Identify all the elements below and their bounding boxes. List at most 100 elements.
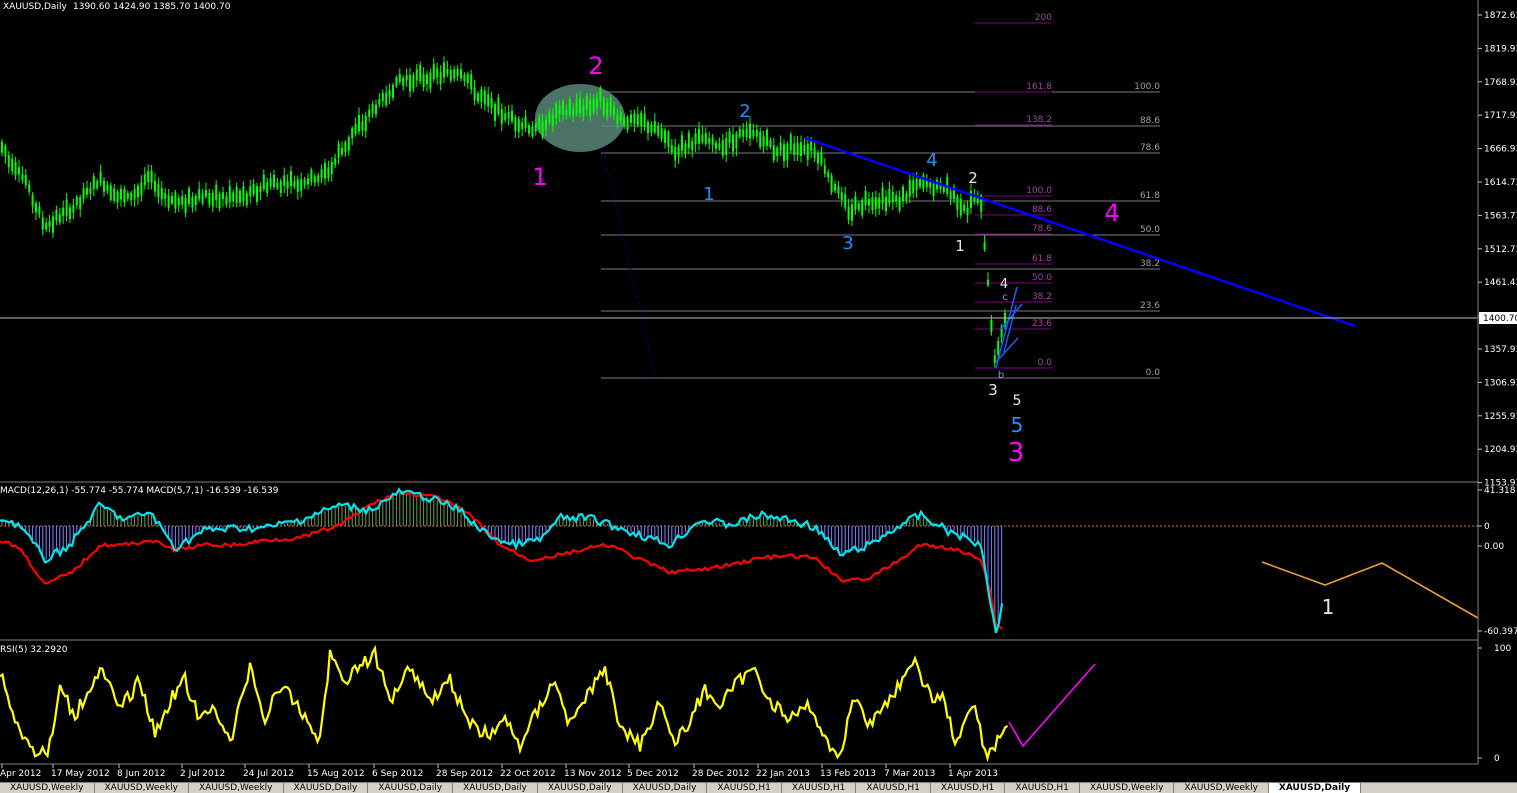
candle-body: [89, 188, 92, 194]
candle-body: [762, 136, 765, 147]
candle-body: [198, 188, 201, 200]
date-axis-label: 13 Feb 2013: [820, 769, 876, 779]
wave-cyan-3: 3: [842, 233, 853, 254]
candle-body: [52, 216, 54, 233]
candle-body: [358, 115, 360, 132]
candle-body: [58, 214, 61, 223]
candle-body: [28, 184, 31, 192]
candle-body: [256, 186, 258, 202]
candle-body: [735, 133, 738, 149]
candle-body: [776, 147, 779, 157]
candle-body: [609, 97, 612, 114]
candle-body: [834, 184, 836, 191]
candle-body: [579, 98, 581, 114]
candle-body: [898, 196, 901, 211]
candle-body: [45, 222, 48, 230]
candle-body: [932, 183, 935, 196]
candle-body: [174, 192, 177, 209]
fib-outer-level-label: 88.6: [1140, 116, 1160, 126]
candle-body: [388, 90, 391, 97]
candle-body: [742, 129, 745, 137]
candle-body: [929, 182, 932, 188]
candle-body: [854, 196, 857, 210]
price-axis-label: 1563.73: [1484, 211, 1517, 221]
candle-body: [371, 103, 374, 114]
candle-body: [113, 188, 116, 201]
candle-body: [75, 196, 78, 206]
fib-inner-level-label: 50.0: [1032, 273, 1052, 283]
candle-body: [708, 138, 711, 144]
candle-body: [86, 187, 88, 195]
candle-body: [800, 142, 802, 156]
fib-inner-level-label: 88.6: [1032, 205, 1052, 215]
candle-body: [830, 175, 833, 193]
candle-body: [24, 174, 27, 186]
candle-body: [453, 69, 456, 79]
candle-body: [215, 184, 218, 201]
candle-body: [249, 186, 252, 197]
date-axis-label: Apr 2012: [0, 769, 41, 779]
candle-body: [147, 171, 150, 183]
candle-body: [405, 74, 408, 81]
candle-body: [140, 182, 143, 196]
candle-body: [126, 192, 129, 199]
candle-body: [983, 242, 986, 250]
candle-body: [392, 84, 394, 98]
date-axis-label: 8 Jun 2012: [117, 769, 165, 779]
macd-histogram: [1, 492, 1003, 626]
candle-body: [949, 191, 952, 200]
candle-body: [300, 178, 303, 192]
wave-magenta-1: 1: [532, 163, 547, 191]
trendline[interactable]: [804, 136, 1356, 328]
candle-body: [354, 124, 357, 135]
candle-body: [810, 141, 813, 152]
candle-body: [494, 104, 496, 121]
candle-body: [351, 128, 354, 139]
fib-outer-level-label: 23.6: [1140, 301, 1160, 311]
candle-body: [589, 100, 592, 117]
candle-body: [347, 137, 350, 151]
candle-body: [640, 112, 643, 127]
candle-body: [966, 207, 969, 216]
candle-body: [439, 72, 442, 84]
date-axis-label: 22 Oct 2012: [500, 769, 556, 779]
candle-body: [344, 142, 347, 153]
macd-panel: 1 MACD(12,26,1) -55.774 -55.774 MACD(5,7…: [0, 481, 1479, 634]
macd-projection-line: [1261, 561, 1479, 619]
candle-body: [956, 196, 959, 210]
candle-body: [460, 69, 462, 79]
candle-body: [844, 194, 847, 208]
current-price-tag: 1400.70: [1483, 314, 1517, 324]
candle-body: [106, 184, 109, 191]
candle-body: [793, 143, 796, 155]
candle-body: [443, 62, 445, 78]
wave-sub-b: b: [998, 370, 1004, 381]
date-axis-label: 17 May 2012: [51, 769, 110, 779]
date-axis-label: 2 Jul 2012: [180, 769, 225, 779]
candle-body: [864, 191, 867, 206]
candle-body: [599, 87, 602, 102]
candle-body: [759, 131, 762, 148]
fib-outer-level-label: 38.2: [1140, 259, 1160, 269]
rsi-axis: 100 0: [1478, 644, 1511, 764]
candle-body: [990, 319, 993, 332]
candle-body: [871, 197, 874, 210]
fib-outer-level-label: 78.6: [1140, 143, 1160, 153]
date-axis-label: 7 Mar 2013: [884, 769, 935, 779]
candle-body: [783, 144, 785, 161]
candle-body: [684, 143, 687, 154]
candle-body: [324, 162, 326, 179]
candle-body: [643, 113, 646, 127]
candle-body: [715, 142, 717, 149]
candle-body: [116, 191, 119, 203]
chart-canvas[interactable]: 100.088.678.661.850.038.223.60.0 200161.…: [0, 0, 1517, 782]
candle-body: [562, 101, 564, 115]
candle-body: [711, 137, 714, 145]
rsi-indicator-label: RSI(5) 32.2920: [0, 645, 68, 655]
candle-body: [201, 193, 204, 204]
candle-body: [154, 181, 156, 192]
candle-body: [660, 128, 663, 140]
wave-white-5: 5: [1013, 393, 1022, 409]
candle-body: [266, 182, 269, 193]
fib-inner-level-label: 78.6: [1032, 224, 1052, 234]
